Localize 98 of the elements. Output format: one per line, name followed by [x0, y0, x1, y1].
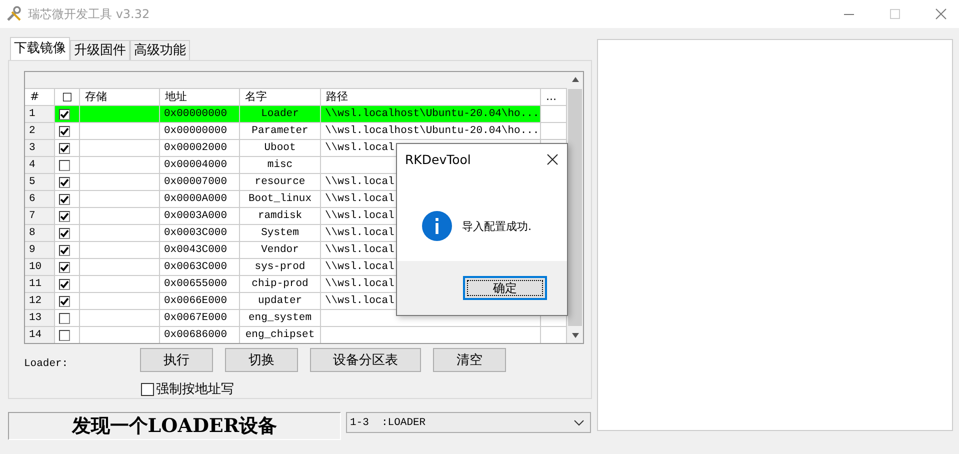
- row-number: 3: [25, 140, 55, 157]
- table-row[interactable]: 14 0x00686000 eng_chipset: [25, 327, 567, 343]
- checkbox[interactable]: [59, 108, 70, 120]
- table-cell-text: 0x0000A000: [164, 192, 228, 207]
- table-row[interactable]: 1 0x00000000 Loader \\wsl.localhost\Ubuntu-20.04\ho...: [25, 106, 567, 123]
- status-text: 发现一个LOADER设备: [8, 412, 341, 440]
- table-cell-text: 0x00007000: [164, 175, 228, 190]
- row-number: 8: [25, 225, 55, 242]
- table-cell-text: updater: [258, 294, 302, 309]
- checkbox[interactable]: [59, 210, 70, 222]
- row-number: 4: [25, 157, 55, 174]
- action-button[interactable]: 设备分区表: [310, 348, 421, 372]
- table-row[interactable]: 2 0x00000000 Parameter \\wsl.localhost\Ubuntu-20.04\ho...: [25, 123, 567, 140]
- tools-icon: [6, 6, 22, 22]
- table-cell-text: eng_chipset: [245, 328, 315, 343]
- table-cell-text: 0x00000000: [164, 124, 228, 139]
- table-cell-text: System: [261, 226, 299, 241]
- loader-label: Loader:: [24, 357, 70, 370]
- column-header: 存储: [80, 89, 160, 106]
- scrollbar[interactable]: [567, 72, 583, 343]
- row-number: 11: [25, 276, 55, 293]
- column-header: 路径: [321, 89, 541, 106]
- row-number: 7: [25, 208, 55, 225]
- row-number: 1: [25, 106, 55, 123]
- window-title: 瑞芯微开发工具 v3.32: [28, 6, 150, 22]
- checkbox[interactable]: [59, 228, 70, 238]
- device-dropdown[interactable]: 1-3 :LOADER: [346, 412, 591, 433]
- column-header: ...: [541, 89, 567, 106]
- row-number: 12: [25, 293, 55, 310]
- table-cell-text: \\wsl.local: [325, 294, 394, 309]
- table-cell-text: sys-prod: [254, 260, 306, 275]
- table-cell-text: 0x00002000: [164, 141, 228, 156]
- table-cell-text: \\wsl.local: [325, 209, 394, 224]
- table-cell-text: Uboot: [264, 141, 296, 156]
- table-cell-text: 0x00004000: [164, 158, 228, 173]
- scroll-up-icon[interactable]: [572, 77, 578, 82]
- checkbox[interactable]: [59, 142, 70, 154]
- row-number: 5: [25, 174, 55, 191]
- checkbox[interactable]: [59, 160, 70, 170]
- table-cell-text: misc: [267, 158, 293, 173]
- scroll-down-icon[interactable]: [572, 333, 578, 338]
- row-number: 13: [25, 310, 55, 327]
- table-cell-text: 0x0063C000: [164, 260, 228, 275]
- column-header: □: [55, 89, 80, 106]
- action-button[interactable]: 切换: [225, 348, 298, 372]
- action-button[interactable]: 执行: [140, 348, 213, 372]
- table-cell-text: Parameter: [252, 124, 308, 139]
- table-cell-text: resource: [254, 175, 306, 190]
- action-button[interactable]: 清空: [433, 348, 506, 372]
- checkbox[interactable]: [59, 176, 70, 188]
- table-cell-text: \\wsl.local: [325, 226, 394, 241]
- ok-button[interactable]: 确定: [463, 276, 547, 300]
- checkbox[interactable]: [59, 312, 70, 324]
- close-icon[interactable]: [547, 154, 558, 165]
- column-header: 名字: [240, 89, 321, 106]
- row-number: 10: [25, 259, 55, 276]
- tab[interactable]: 升级固件: [70, 40, 130, 60]
- checkbox[interactable]: [59, 244, 70, 256]
- table-cell-text: \\wsl.local: [325, 192, 394, 207]
- table-cell-text: Loader: [261, 107, 299, 122]
- checkbox[interactable]: [59, 262, 70, 272]
- table-cell-text: 0x0003A000: [164, 209, 228, 224]
- table-cell-text: \\wsl.localhost\Ubuntu-20.04\ho...: [325, 107, 540, 122]
- row-number: 6: [25, 191, 55, 208]
- table-cell-text: ramdisk: [258, 209, 302, 224]
- force-write-checkbox[interactable]: 强制按地址写: [141, 380, 234, 398]
- table-cell-text: chip-prod: [252, 277, 308, 292]
- info-icon: [422, 211, 452, 241]
- checkbox[interactable]: [59, 296, 70, 306]
- table-cell-text: 0x00655000: [164, 277, 228, 292]
- table-cell-text: 0x00686000: [164, 328, 228, 343]
- chevron-icon: [574, 420, 584, 426]
- table-cell-text: eng_system: [248, 311, 312, 326]
- table-cell-text: \\wsl.local: [325, 175, 394, 190]
- dialog-message: 导入配置成功.: [462, 218, 532, 234]
- table-cell-text: 0x0066E000: [164, 294, 228, 309]
- table-cell-text: 0x00000000: [164, 107, 228, 122]
- table-cell-text: \\wsl.local: [325, 277, 394, 292]
- table-cell-text: 0x0043C000: [164, 243, 228, 258]
- table-cell-text: \\wsl.local: [325, 260, 394, 275]
- table-cell-text: \\wsl.localhost\Ubuntu-20.04\ho...: [325, 124, 540, 139]
- tab[interactable]: 高级功能: [130, 40, 190, 60]
- table-cell-text: \\wsl.local: [325, 243, 394, 258]
- column-header: 地址: [160, 89, 240, 106]
- column-header: #: [25, 89, 55, 106]
- table-cell-text: 0x0067E000: [164, 311, 228, 326]
- checkbox[interactable]: [59, 126, 70, 136]
- row-number: 14: [25, 327, 55, 343]
- checkbox[interactable]: [59, 194, 70, 204]
- table-cell-text: Vendor: [261, 243, 299, 258]
- table-cell-text: 0x0003C000: [164, 226, 228, 241]
- table-cell-text: Boot_linux: [248, 192, 312, 207]
- table-cell-text: \\wsl.local: [325, 141, 394, 156]
- checkbox[interactable]: [59, 278, 70, 290]
- row-number: 9: [25, 242, 55, 259]
- row-number: 2: [25, 123, 55, 140]
- checkbox[interactable]: [59, 330, 70, 340]
- tab[interactable]: 下载镜像: [10, 37, 70, 60]
